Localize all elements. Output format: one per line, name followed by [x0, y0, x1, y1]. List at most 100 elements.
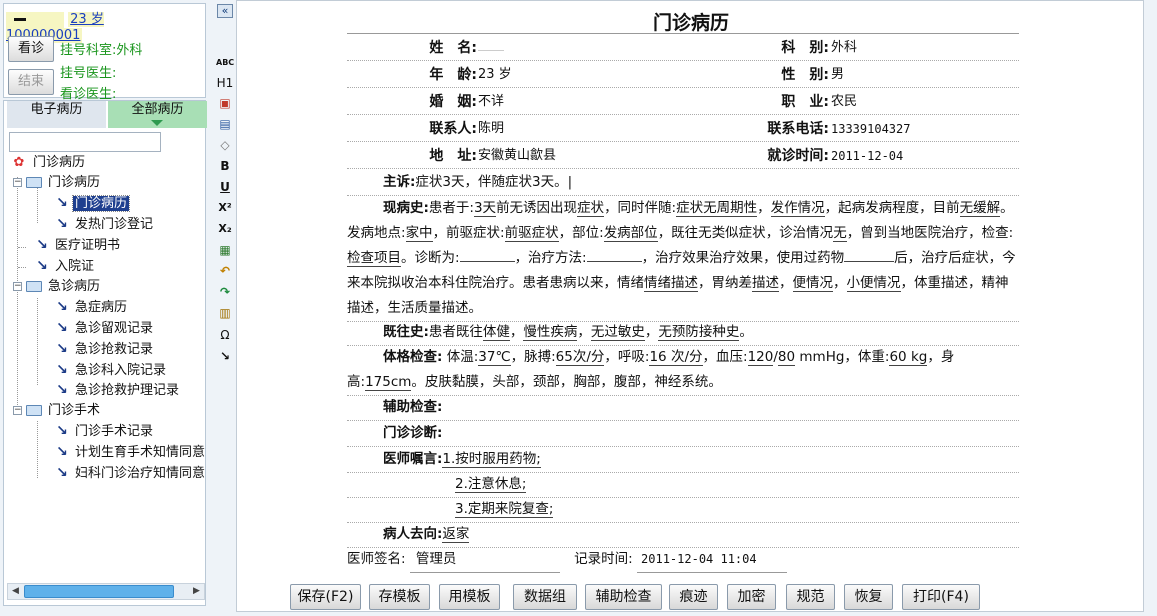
marriage-value[interactable]: 不详: [478, 89, 504, 115]
heading-icon[interactable]: H1: [216, 75, 234, 91]
destination-label: 病人去向:: [383, 526, 443, 542]
diagnosis-section[interactable]: 门诊诊断:: [347, 421, 1019, 447]
tree-item-family-planning-consent[interactable]: ↘ 计划生育手术知情同意: [54, 443, 207, 462]
name-value[interactable]: [478, 35, 518, 55]
document-arrow-icon: ↘: [56, 195, 68, 211]
destination-value[interactable]: 返家: [442, 526, 470, 543]
collapse-icon[interactable]: −: [13, 178, 22, 187]
spellcheck-icon[interactable]: ABC: [216, 55, 234, 71]
collapse-icon[interactable]: −: [13, 406, 22, 415]
save-template-button[interactable]: 存模板: [369, 584, 430, 610]
omega-symbol-icon[interactable]: Ω: [216, 327, 234, 343]
chief-complaint-text[interactable]: 症状3天，伴随症状3天。|: [415, 174, 572, 190]
save-button[interactable]: 保存(F2): [290, 584, 361, 610]
registered-dept: 挂号科室:外科: [60, 43, 143, 58]
tree-item-outpatient-record[interactable]: ↘ 门诊病历: [54, 194, 131, 213]
document-arrow-icon: ↘: [56, 382, 68, 398]
tree-search-input[interactable]: [9, 132, 161, 152]
tree-folder-surgery[interactable]: − 门诊手术: [13, 401, 102, 420]
aux-exam-section[interactable]: 辅助检查:: [347, 395, 1019, 421]
tree-item-emergency-record[interactable]: ↘ 急症病历: [54, 298, 129, 317]
signature-label: 医师签名:: [347, 551, 406, 567]
scroll-right-icon[interactable]: ▶: [189, 584, 204, 599]
visit-time-label: 就诊时间:: [767, 148, 829, 164]
bold-icon[interactable]: B: [216, 158, 234, 174]
chief-complaint-section[interactable]: 主诉:症状3天，伴随症状3天。|: [347, 170, 1019, 196]
tree-item-medical-certificate[interactable]: ↘ 医疗证明书: [34, 236, 122, 255]
medical-record-document: 门诊病历 姓 名: 科 别: 外科 年 龄: 23 岁 性 别: 男 婚 姻: …: [236, 0, 1144, 612]
tree-item-surgery-record[interactable]: ↘ 门诊手术记录: [54, 422, 155, 441]
signature-value[interactable]: 管理员: [409, 547, 560, 573]
chief-complaint-label: 主诉:: [383, 174, 416, 190]
restore-button[interactable]: 恢复: [844, 584, 893, 610]
underline-icon[interactable]: U: [216, 179, 234, 195]
folder-open-icon: [26, 405, 42, 416]
insert-table-icon[interactable]: ▤: [216, 116, 234, 132]
document-arrow-icon: ↘: [56, 362, 68, 378]
hpi-section[interactable]: 现病史:患者于:3天前无诱因出现症状，同时伴随:症状无周期性，发作情况，起病发病…: [347, 196, 1019, 322]
end-button[interactable]: 结束: [8, 69, 54, 95]
document-arrow-icon: ↘: [56, 444, 68, 460]
redo-icon[interactable]: ↷: [216, 284, 234, 300]
visit-time-value[interactable]: 2011-12-04: [831, 143, 903, 169]
contact-value[interactable]: 陈明: [478, 116, 504, 142]
job-value[interactable]: 农民: [831, 89, 857, 115]
tree-item-emergency-admission[interactable]: ↘ 急诊科入院记录: [54, 361, 168, 380]
arrow-icon[interactable]: ↘: [216, 348, 234, 364]
name-label: 姓 名:: [429, 40, 477, 56]
normalize-button[interactable]: 规范: [786, 584, 835, 610]
tree-item-fever-clinic[interactable]: ↘ 发热门诊登记: [54, 215, 155, 234]
tree-item-gyn-consent[interactable]: ↘ 妇科门诊治疗知情同意: [54, 464, 207, 483]
tree-folder-emergency[interactable]: − 急诊病历: [13, 277, 102, 296]
past-history-section[interactable]: 既往史:患者既往体健，慢性疾病，无过敏史，无预防接种史。: [347, 320, 1019, 346]
aux-exam-button[interactable]: 辅助检查: [585, 584, 662, 610]
record-time-value[interactable]: 2011-12-04 11:04: [637, 547, 788, 573]
tree-tabs: 电子病历 全部病历: [7, 101, 207, 128]
advice-item[interactable]: 1.按时服用药物;: [442, 451, 541, 468]
tab-emr[interactable]: 电子病历: [7, 101, 106, 128]
trace-button[interactable]: 痕迹: [669, 584, 718, 610]
use-template-button[interactable]: 用模板: [439, 584, 500, 610]
encrypt-button[interactable]: 加密: [727, 584, 776, 610]
collapse-panel-button[interactable]: «: [217, 4, 233, 18]
superscript-icon[interactable]: X²: [216, 200, 234, 216]
record-time-label: 记录时间:: [574, 551, 633, 567]
advice-item[interactable]: 2.注意休息;: [455, 476, 527, 493]
tab-all-records[interactable]: 全部病历: [108, 101, 207, 128]
scroll-left-icon[interactable]: ◀: [8, 584, 23, 599]
phone-value[interactable]: 13339104327: [831, 116, 910, 142]
print-button[interactable]: 打印(F4): [902, 584, 980, 610]
age-value[interactable]: 23 岁: [478, 62, 512, 88]
folder-open-icon: [26, 177, 42, 188]
advice-row-2[interactable]: 2.注意休息;: [347, 472, 1019, 498]
tree-horizontal-scrollbar[interactable]: ◀ ▶: [7, 583, 205, 600]
dept-value[interactable]: 外科: [831, 35, 857, 61]
tree-item-emergency-rescue[interactable]: ↘ 急诊抢救记录: [54, 340, 155, 359]
physical-exam-section[interactable]: 体格检查: 体温:37℃，脉搏:65次/分，呼吸:16 次/分，血压:120/8…: [347, 345, 1019, 396]
insert-image-icon[interactable]: ▣: [216, 95, 234, 111]
subscript-icon[interactable]: X₂: [216, 221, 234, 237]
advice-row-3[interactable]: 3.定期来院复查;: [347, 497, 1019, 523]
destination-section[interactable]: 病人去向:返家: [347, 522, 1019, 548]
patient-name-redacted: [6, 11, 64, 28]
advice-item[interactable]: 3.定期来院复查;: [455, 501, 554, 518]
collapse-icon[interactable]: −: [13, 282, 22, 291]
undo-icon[interactable]: ↶: [216, 263, 234, 279]
see-button[interactable]: 看诊: [8, 36, 54, 62]
address-value[interactable]: 安徽黄山歙县: [478, 143, 556, 169]
tree-item-emergency-nursing[interactable]: ↘ 急诊抢救护理记录: [54, 381, 181, 400]
header-row-2: 年 龄: 23 岁 性 别: 男: [347, 62, 1019, 88]
paste-icon[interactable]: ▥: [216, 305, 234, 321]
document-arrow-icon: ↘: [56, 341, 68, 357]
insert-grid-icon[interactable]: ▦: [216, 242, 234, 258]
tree-folder-outpatient[interactable]: − 门诊病历: [13, 173, 102, 192]
tree-item-emergency-observation[interactable]: ↘ 急诊留观记录: [54, 319, 155, 338]
tree-root[interactable]: ✿ 门诊病历: [10, 153, 87, 172]
sex-value[interactable]: 男: [831, 62, 844, 88]
advice-row-1[interactable]: 医师嘱言:1.按时服用药物;: [347, 447, 1019, 473]
scroll-thumb[interactable]: [24, 585, 174, 598]
tree-item-admission-certificate[interactable]: ↘ 入院证: [34, 257, 96, 276]
right-edge-scroll-area[interactable]: [1145, 0, 1157, 616]
eraser-icon[interactable]: ◇: [216, 137, 234, 153]
data-group-button[interactable]: 数据组: [513, 584, 577, 610]
